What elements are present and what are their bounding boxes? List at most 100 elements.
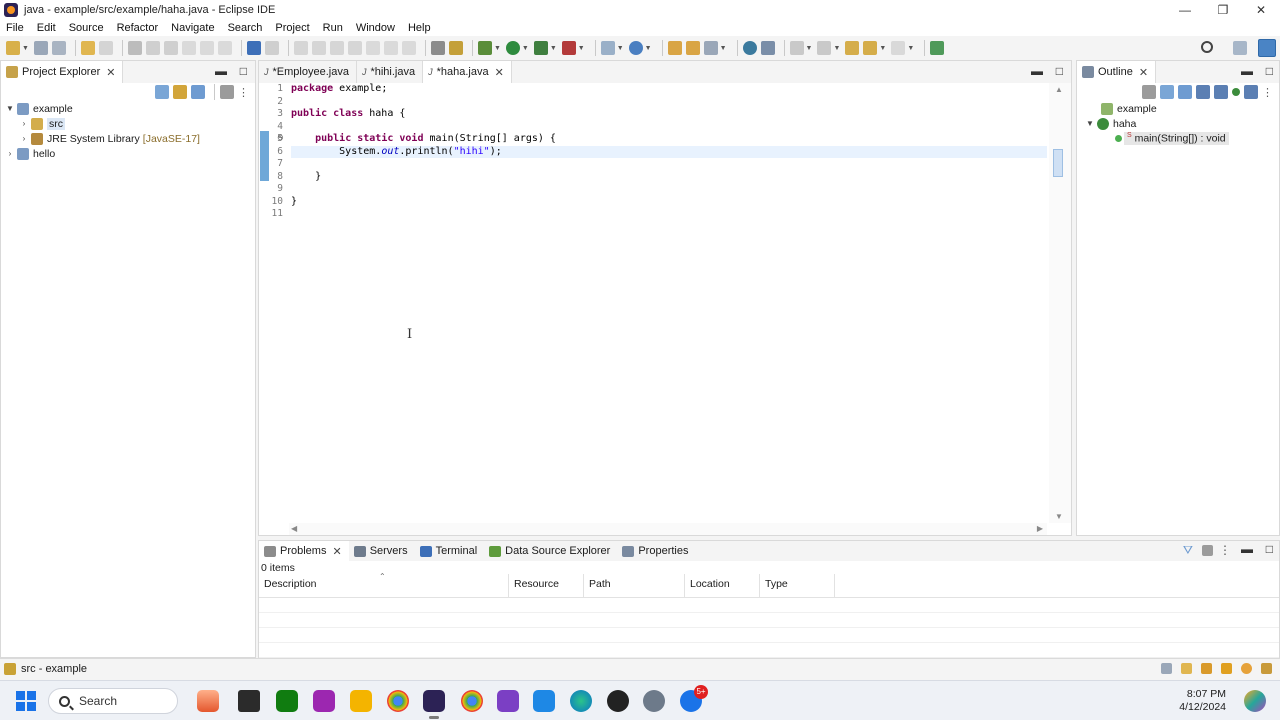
- new-java-project-icon[interactable]: [600, 41, 615, 55]
- xbox-app-icon[interactable]: [276, 690, 298, 712]
- menu-project[interactable]: Project: [275, 22, 309, 34]
- focus-icon[interactable]: [1142, 85, 1156, 99]
- taskbar-search[interactable]: Search: [48, 688, 178, 714]
- tab-problems[interactable]: Problems ✕: [259, 541, 349, 561]
- maximize-view-icon[interactable]: □: [1266, 64, 1273, 78]
- coverage-dropdown-icon[interactable]: ▼: [550, 45, 557, 52]
- step-over-icon[interactable]: [383, 41, 398, 55]
- search-tool-icon[interactable]: [703, 41, 718, 55]
- tree-item-jre-library[interactable]: › JRE System Library [JavaSE-17]: [1, 131, 255, 146]
- tab-project-explorer[interactable]: Project Explorer ✕: [1, 61, 124, 83]
- open-folder-icon[interactable]: [1201, 663, 1212, 674]
- redo-icon[interactable]: [98, 41, 113, 55]
- resume-icon[interactable]: [293, 41, 308, 55]
- task-view-icon[interactable]: [238, 690, 260, 712]
- prev-annotation-icon[interactable]: [817, 41, 832, 55]
- minimize-button[interactable]: —: [1166, 0, 1204, 20]
- focus-icon[interactable]: [220, 85, 234, 99]
- column-resource[interactable]: Resource: [509, 574, 584, 598]
- scroll-right-icon[interactable]: ▶: [1037, 524, 1043, 533]
- tab-hihi-java[interactable]: J *hihi.java: [356, 61, 424, 83]
- task-icon[interactable]: [1181, 663, 1192, 674]
- scroll-down-icon[interactable]: ▼: [1055, 512, 1063, 521]
- open-perspective-icon[interactable]: [1233, 41, 1247, 55]
- next-annotation-icon[interactable]: [789, 41, 804, 55]
- file-explorer-icon[interactable]: [350, 690, 372, 712]
- new-java-project-dropdown-icon[interactable]: ▼: [617, 45, 624, 52]
- open-task-icon[interactable]: [685, 41, 700, 55]
- skip-breakpoints-icon[interactable]: [264, 41, 279, 55]
- view-menu-icon[interactable]: ⋮: [1262, 86, 1273, 99]
- hide-static-icon[interactable]: [1214, 85, 1228, 99]
- close-icon[interactable]: ✕: [495, 66, 504, 79]
- menu-navigate[interactable]: Navigate: [171, 22, 214, 34]
- new-dropdown-icon[interactable]: ▼: [22, 45, 29, 52]
- menu-file[interactable]: File: [6, 22, 24, 34]
- tree-item-src[interactable]: › src: [1, 116, 255, 131]
- tab-outline[interactable]: Outline ✕: [1077, 61, 1157, 83]
- column-type[interactable]: Type: [760, 574, 835, 598]
- tab-employee-java[interactable]: J *Employee.java: [259, 61, 357, 83]
- eclipse-taskbar-icon[interactable]: [423, 690, 445, 719]
- menu-help[interactable]: Help: [408, 22, 431, 34]
- tab-terminal[interactable]: Terminal: [415, 541, 485, 561]
- view-menu-icon[interactable]: ⋮: [238, 86, 249, 99]
- settings-icon[interactable]: [643, 690, 665, 712]
- column-path[interactable]: Path: [584, 574, 685, 598]
- show-whitespace-icon[interactable]: [217, 41, 232, 55]
- column-location[interactable]: Location: [685, 574, 760, 598]
- visual-studio-icon[interactable]: [497, 690, 519, 712]
- minimize-view-icon[interactable]: ▬: [1241, 64, 1253, 78]
- run-last-tool-icon[interactable]: [561, 41, 576, 55]
- tip-icon[interactable]: [1221, 663, 1232, 674]
- widget-app-icon[interactable]: [197, 690, 219, 712]
- save-icon[interactable]: [33, 41, 48, 55]
- tree-item-hello[interactable]: › hello: [1, 146, 255, 161]
- debug-icon[interactable]: [477, 41, 492, 55]
- fold-icon[interactable]: ⊖: [277, 133, 284, 142]
- vscode-icon[interactable]: [533, 690, 555, 712]
- disconnect-icon[interactable]: [347, 41, 362, 55]
- photos-app-icon[interactable]: [313, 690, 335, 712]
- heap-status-icon[interactable]: [1161, 663, 1172, 674]
- collapse-all-icon[interactable]: [1160, 85, 1174, 99]
- view-menu-icon[interactable]: ⋮: [1219, 543, 1231, 557]
- column-description[interactable]: ⌃ Description: [259, 572, 509, 598]
- collapse-arrow-icon[interactable]: ›: [19, 119, 29, 128]
- hide-non-public-icon[interactable]: [1232, 88, 1240, 96]
- toggle-comment-icon[interactable]: [163, 41, 178, 55]
- expand-arrow-icon[interactable]: ▼: [1085, 119, 1095, 128]
- run-dropdown-icon[interactable]: ▼: [522, 45, 529, 52]
- menu-refactor[interactable]: Refactor: [117, 22, 159, 34]
- code-editor[interactable]: 1 2 3 4 5 ⊖ 6 7 8 9 10 11 package exampl…: [259, 83, 1071, 535]
- github-desktop-icon[interactable]: [607, 690, 629, 712]
- prev-annotation-dropdown-icon[interactable]: ▼: [833, 45, 840, 52]
- suspend-icon[interactable]: [311, 41, 326, 55]
- forward-dropdown-icon[interactable]: ▼: [907, 45, 914, 52]
- tree-item-example[interactable]: ▼ example: [1, 101, 255, 116]
- next-annotation-dropdown-icon[interactable]: ▼: [806, 45, 813, 52]
- chrome-app-icon[interactable]: [387, 690, 409, 712]
- java-perspective-icon[interactable]: [1258, 39, 1276, 57]
- link-with-editor-icon[interactable]: [173, 85, 187, 99]
- pin-editor-icon[interactable]: [930, 41, 945, 55]
- terminate-icon[interactable]: [329, 41, 344, 55]
- collapse-all-icon[interactable]: [155, 85, 169, 99]
- outline-item-class[interactable]: ▼ haha: [1085, 116, 1279, 131]
- sort-icon[interactable]: [1178, 85, 1192, 99]
- sync-icon[interactable]: [1241, 663, 1252, 674]
- vertical-scrollbar[interactable]: ▲ ▼: [1049, 83, 1071, 523]
- menu-edit[interactable]: Edit: [37, 22, 56, 34]
- hide-local-types-icon[interactable]: [1244, 85, 1258, 99]
- search-icon[interactable]: [1201, 41, 1213, 53]
- debug-dropdown-icon[interactable]: ▼: [494, 45, 501, 52]
- shift-left-icon[interactable]: [181, 41, 196, 55]
- coverage-icon[interactable]: [533, 41, 548, 55]
- collapse-arrow-icon[interactable]: ›: [19, 134, 29, 143]
- undo-icon[interactable]: [80, 41, 95, 55]
- filter-icon[interactable]: [191, 85, 205, 99]
- chat-app-icon[interactable]: 5+: [680, 685, 708, 712]
- filter-icon[interactable]: ⛛: [1183, 543, 1193, 558]
- run-icon[interactable]: [505, 41, 520, 55]
- annotation-icon[interactable]: [760, 41, 775, 55]
